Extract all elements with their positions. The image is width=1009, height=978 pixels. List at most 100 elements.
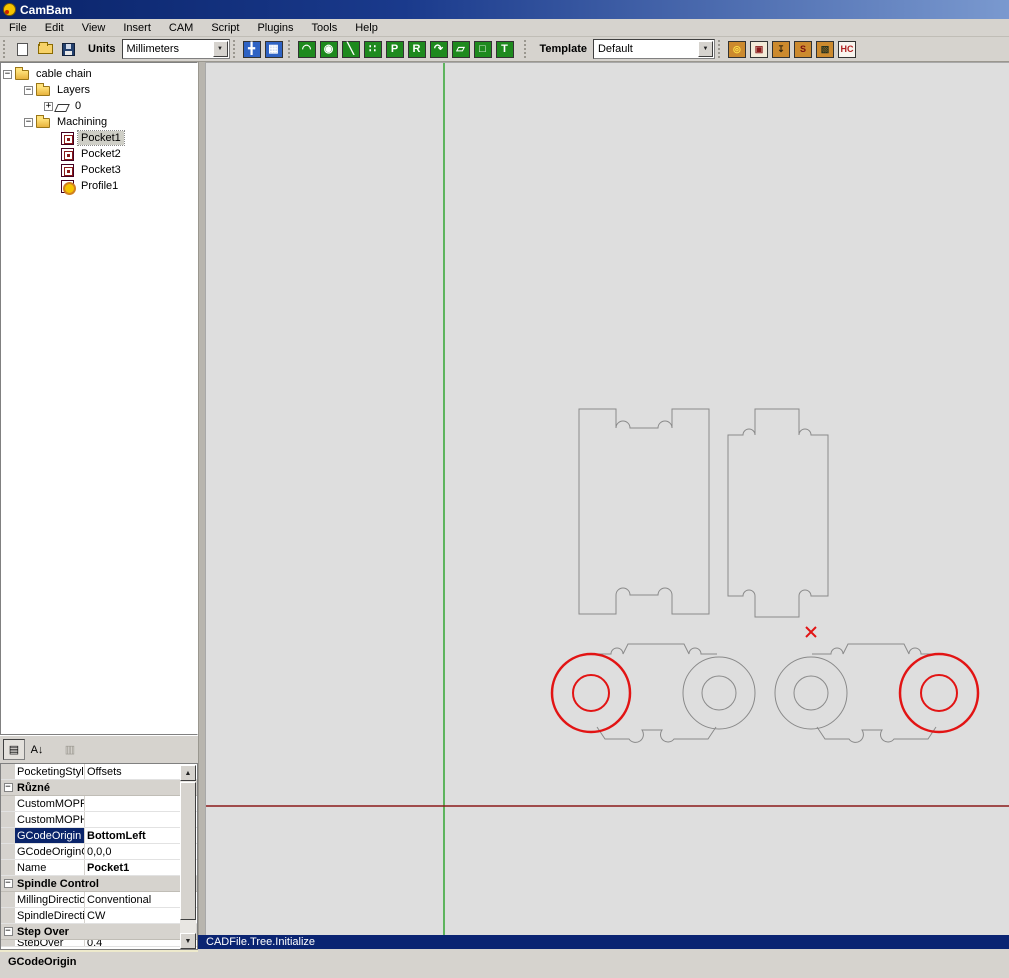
scrollbar-thumb[interactable] [180, 782, 196, 920]
scroll-down-icon[interactable]: ▼ [180, 933, 196, 949]
profile-mop-icon[interactable]: ◎ [728, 41, 746, 58]
property-row[interactable]: MillingDirectio Conventional [1, 892, 197, 908]
tree-expander[interactable]: + [44, 102, 53, 111]
tree-item-icon [61, 180, 74, 193]
draw-region-icon[interactable]: R [408, 41, 426, 58]
drill-mop-icon[interactable]: ↧ [772, 41, 790, 58]
show-grid-icon[interactable]: ▦ [265, 41, 283, 58]
property-row[interactable]: − Step Over [1, 924, 197, 940]
property-label: Name [15, 860, 85, 875]
snap-points-icon[interactable]: ╋ [243, 41, 261, 58]
tree-item[interactable]: − Machining [1, 114, 197, 130]
property-label: SpindleDirecti [15, 908, 85, 923]
tree-item-label: Layers [54, 83, 93, 97]
scroll-up-icon[interactable]: ▲ [180, 765, 196, 781]
toolbar-grip[interactable] [233, 40, 238, 58]
property-grid: PocketingStyl Offsets − Různé CustomMOPF… [0, 763, 198, 950]
units-combobox[interactable]: Millimeters ▼ [122, 39, 230, 59]
tree-item[interactable]: Pocket2 [1, 146, 197, 162]
toolbar-grip[interactable] [524, 40, 529, 58]
toolbar-grip[interactable] [3, 40, 8, 58]
menu-item[interactable]: Script [202, 20, 248, 36]
menu-item[interactable]: Tools [303, 20, 347, 36]
new-file-icon[interactable] [12, 40, 33, 59]
open-file-icon [38, 44, 53, 54]
combo-dropdown-icon[interactable]: ▼ [698, 41, 713, 57]
draw-line-icon[interactable]: ╲ [342, 41, 360, 58]
property-label: Spindle Control [15, 876, 165, 891]
toolbar-grip[interactable] [288, 40, 293, 58]
property-description-title: GCodeOrigin [8, 956, 76, 968]
draw-spline-icon[interactable]: ↷ [430, 41, 448, 58]
property-row[interactable]: − Spindle Control [1, 876, 197, 892]
tree-item[interactable]: Pocket1 [1, 130, 197, 146]
combo-dropdown-icon[interactable]: ▼ [213, 41, 228, 57]
bottom-filler [198, 949, 1009, 978]
tree-expander[interactable]: − [24, 118, 33, 127]
draw-arc-icon[interactable]: ◠ [298, 41, 316, 58]
alphabetical-view-button[interactable]: A↓ [26, 739, 48, 760]
draw-text-icon[interactable]: T [496, 41, 514, 58]
toolbar-grip[interactable] [718, 40, 723, 58]
menu-item[interactable]: View [73, 20, 115, 36]
cad-canvas[interactable] [205, 62, 1009, 935]
property-row-gutter [1, 844, 15, 859]
property-row[interactable]: Name Pocket1 [1, 860, 197, 876]
tree-item[interactable]: Profile1 [1, 178, 197, 194]
property-row[interactable]: GCodeOriginO 0,0,0 [1, 844, 197, 860]
property-row[interactable]: CustomMOPH [1, 812, 197, 828]
tree-item[interactable]: + 0 [1, 98, 197, 114]
tree-item[interactable]: Pocket3 [1, 162, 197, 178]
draw-surface-icon[interactable]: ▱ [452, 41, 470, 58]
save-file-icon [62, 43, 75, 56]
engrave-mop-icon[interactable]: S [794, 41, 812, 58]
category-collapse-icon[interactable]: − [4, 783, 13, 792]
property-row[interactable]: StepOver 0.4 [1, 940, 197, 947]
categorized-view-button[interactable]: ▤ [3, 739, 25, 760]
menu-item[interactable]: Insert [114, 20, 160, 36]
menu-item[interactable]: File [0, 20, 36, 36]
tree-expander[interactable]: − [3, 70, 12, 79]
property-row[interactable]: CustomMOPF [1, 796, 197, 812]
property-row[interactable]: PocketingStyl Offsets [1, 764, 197, 780]
draw-polyline-icon[interactable]: P [386, 41, 404, 58]
template-value: Default [598, 43, 633, 55]
units-label: Units [88, 43, 116, 55]
property-row[interactable]: SpindleDirecti CW [1, 908, 197, 924]
tree-item[interactable]: − cable chain [1, 66, 197, 82]
template-label: Template [540, 43, 587, 55]
gcode-icon[interactable]: HC [838, 41, 856, 58]
property-row[interactable]: GCodeOrigin BottomLeft▼ [1, 828, 197, 844]
title-bar[interactable]: CamBam [0, 0, 1009, 19]
draw-circle-icon[interactable]: ◉ [320, 41, 338, 58]
property-grid-scrollbar[interactable]: ▲ ▼ [180, 765, 196, 949]
property-label: Různé [15, 780, 165, 795]
property-row-gutter [1, 940, 15, 946]
property-row[interactable]: − Různé [1, 780, 197, 796]
menu-item[interactable]: Help [346, 20, 387, 36]
units-value: Millimeters [127, 43, 180, 55]
category-collapse-icon[interactable]: − [4, 879, 13, 888]
property-pages-button[interactable]: ▥ [59, 739, 81, 760]
category-collapse-icon[interactable]: − [4, 927, 13, 936]
draw-point-list-icon[interactable]: ∷ [364, 41, 382, 58]
tree-expander[interactable]: − [24, 86, 33, 95]
menu-item[interactable]: CAM [160, 20, 202, 36]
save-file-icon[interactable] [58, 40, 79, 59]
draw-rectangle-icon[interactable]: □ [474, 41, 492, 58]
template-combobox[interactable]: Default ▼ [593, 39, 715, 59]
menu-item[interactable]: Plugins [248, 20, 302, 36]
tree-item[interactable]: − Layers [1, 82, 197, 98]
cambam-window: CamBam FileEditViewInsertCAMScriptPlugin… [0, 0, 1009, 978]
open-file-icon[interactable] [35, 40, 56, 59]
status-bar: CADFile.Tree.Initialize [198, 935, 1009, 949]
pocket-mop-icon[interactable]: ▣ [750, 41, 768, 58]
tree-item-icon [61, 164, 74, 177]
property-row-gutter [1, 892, 15, 907]
canvas-background [206, 63, 1009, 936]
drawing-tree-panel: − cable chain − Layers + 0 − Machining P… [0, 62, 198, 735]
menu-item[interactable]: Edit [36, 20, 73, 36]
profile3d-mop-icon[interactable]: ▧ [816, 41, 834, 58]
panel-splitter[interactable] [198, 62, 205, 935]
property-label: CustomMOPF [15, 796, 85, 811]
